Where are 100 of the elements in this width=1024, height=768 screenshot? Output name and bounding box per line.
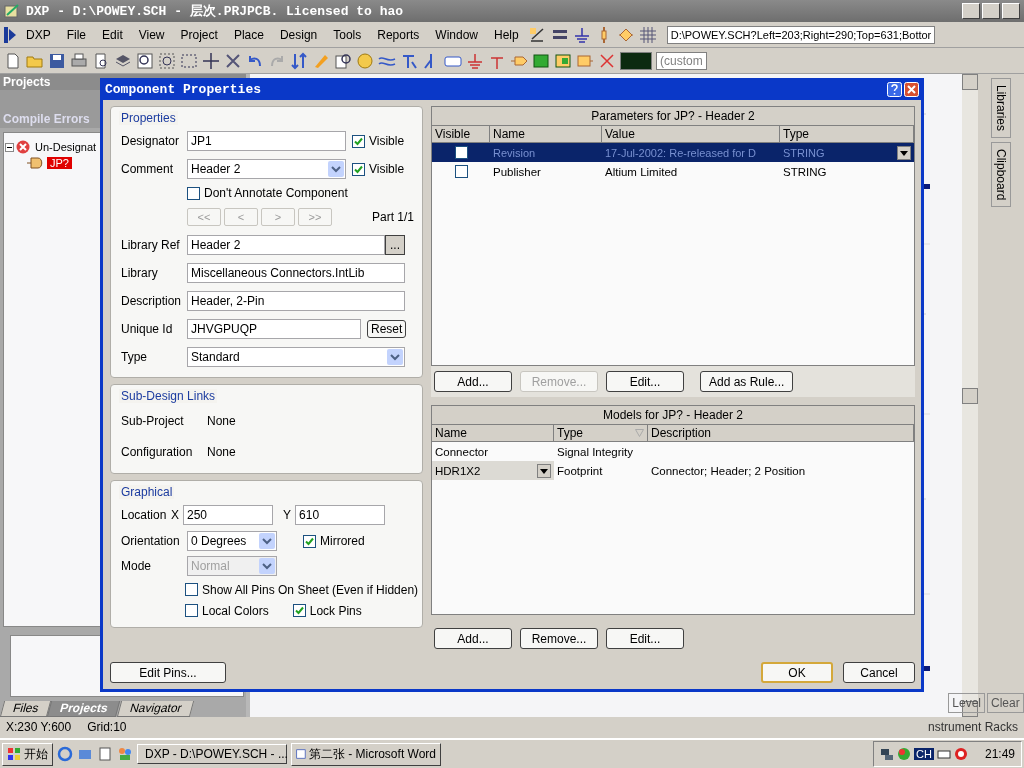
close-button[interactable] [904,81,919,97]
menu-item[interactable]: Window [429,25,484,44]
checkbox[interactable] [352,162,365,176]
menu-item[interactable]: Tools [327,25,368,44]
side-tab[interactable]: Clipboard [991,142,1011,208]
table-row[interactable]: Publisher Altium Limited STRING [432,162,914,181]
checkbox[interactable] [454,165,468,178]
checkbox[interactable] [185,604,198,617]
panel-tab[interactable]: nstrument Racks [927,720,1018,734]
color-swatch[interactable] [620,51,652,70]
ok-button[interactable]: OK [761,662,833,683]
panel-button[interactable]: Level [948,693,985,713]
checkbox[interactable] [303,534,316,548]
dropdown[interactable]: HDR1X2 [432,461,554,480]
taskbar-button[interactable]: 第二张 - Microsoft Word [291,742,441,766]
color-field[interactable]: (custom [656,51,707,70]
side-tab[interactable]: Libraries [991,78,1011,139]
text-field[interactable]: Miscellaneous Connectors.IntLib [187,263,405,283]
text-field[interactable]: 250 [183,505,273,525]
menu-item[interactable]: Project [174,25,224,44]
table-cell-text: Altium Limited [604,164,679,180]
action-button[interactable]: Add... [434,371,512,392]
cancel-button[interactable]: Cancel [843,662,915,683]
grid-icon[interactable] [638,25,657,44]
scroll-thumb[interactable] [962,387,978,404]
menu-item[interactable]: File [60,25,93,44]
taskbar-button[interactable]: DXP - D:\POWEY.SCH - ... [137,744,287,764]
maximize-button[interactable] [982,3,1000,19]
menu-item[interactable]: Help [488,25,525,44]
menu-item[interactable]: DXP [20,25,57,44]
table-row[interactable]: Revision 17-Jul-2002: Re-released for D STRING [432,143,914,162]
menu-item[interactable]: Place [227,25,270,44]
menu-item[interactable]: Edit [96,25,129,44]
text-field[interactable]: JP1 [187,131,346,151]
text-field[interactable]: 610 [295,505,386,525]
cross-select-icon[interactable] [224,51,242,70]
text-field[interactable]: Header, 2-Pin [187,291,405,311]
menu-item[interactable]: Reports [371,25,426,44]
action-button[interactable]: Add as Rule... [700,371,794,392]
printer-icon[interactable] [70,51,88,70]
app-logo-icon [4,26,16,43]
tree-item[interactable]: JP? [47,157,72,169]
column-header[interactable]: Visible [432,126,490,142]
no-erc-icon[interactable] [598,51,616,70]
column-header[interactable]: Name [490,126,602,142]
dropdown[interactable]: 0 Degrees [187,531,277,551]
sheet-entry-icon[interactable] [554,51,572,70]
zoom-icon[interactable] [136,51,154,70]
app-icon [4,3,20,19]
print-preview-icon[interactable] [92,51,110,70]
panel-tab[interactable]: Files [0,701,52,717]
save-icon[interactable] [48,51,66,70]
checkbox[interactable] [187,186,200,200]
column-header[interactable]: Description [648,425,914,441]
dropdown[interactable]: Standard [187,347,405,367]
input-method-indicator[interactable]: CH [914,748,934,760]
column-header[interactable]: Type [554,425,648,441]
component-icon [27,157,45,169]
checkbox[interactable] [292,604,306,617]
start-button[interactable]: 开始 [2,742,53,766]
checkbox[interactable] [185,583,198,596]
edit-pins-button[interactable]: Edit Pins... [110,662,226,683]
checkbox[interactable] [454,146,468,159]
document-icon [296,747,306,761]
address-field[interactable]: D:\POWEY.SCH?Left=203;Right=290;Top=631;Bottor [666,25,936,44]
dropdown[interactable]: Header 2 [187,159,346,179]
table-title: Models for JP? - Header 2 [432,406,914,425]
sheet-symbol-icon[interactable] [532,51,550,70]
collapse-icon[interactable] [5,142,14,152]
sort-icon [635,429,644,437]
close-button[interactable] [1002,3,1020,19]
column-header[interactable]: Name [432,425,554,441]
action-button[interactable]: Edit... [606,628,684,649]
checkbox[interactable] [352,134,365,148]
tree-item[interactable]: Un-Designat [32,141,100,153]
grid-size: Grid:10 [87,720,127,734]
column-header[interactable]: Value [602,126,780,142]
minimize-button[interactable] [962,3,980,19]
action-button[interactable]: Edit... [606,371,684,392]
scroll-up-button[interactable] [962,74,978,90]
panel-button[interactable]: Clear [987,693,1024,713]
action-button[interactable]: Add... [434,628,512,649]
help-button[interactable] [887,81,902,97]
text-field[interactable]: JHVGPUQP [187,319,361,339]
table-cell-text: Connector; Header; 2 Position [650,463,807,479]
ground-icon[interactable] [466,51,484,70]
panel-tab[interactable]: Navigator [116,701,195,717]
menu-item[interactable]: Design [273,25,324,44]
ground-icon[interactable] [572,25,591,44]
move-icon[interactable] [202,51,220,70]
menu-item[interactable]: View [132,25,171,44]
reset-button[interactable]: Reset [367,320,407,338]
action-button[interactable]: Remove... [520,628,598,649]
text-field[interactable]: Header 2 [187,235,385,255]
document-icon[interactable] [4,51,22,70]
inspect-icon[interactable] [334,51,352,70]
browse-button[interactable]: ... [385,235,405,255]
column-header[interactable]: Type [780,126,914,142]
zoom-area-icon[interactable] [158,51,176,70]
sort-arrows-icon[interactable] [290,51,308,70]
